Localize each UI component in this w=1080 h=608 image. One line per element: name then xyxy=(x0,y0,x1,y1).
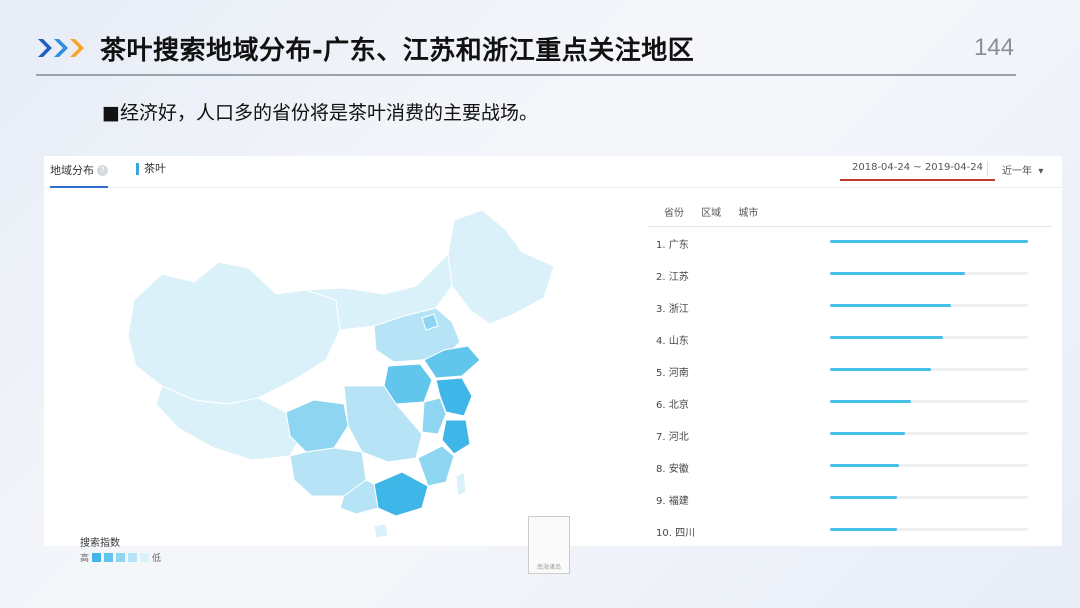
ranking-bar xyxy=(830,368,931,371)
legend-low-label: 低 xyxy=(152,554,162,564)
inset-label: 南海诸岛 xyxy=(536,564,561,571)
ranking-label: 10. 四川 xyxy=(656,528,696,539)
ranking-bar-track xyxy=(830,432,1028,435)
ranking-bar-track xyxy=(830,464,1028,467)
ranking-bar xyxy=(830,400,912,403)
map-region-fujian[interactable] xyxy=(417,445,455,487)
ranking-label: 9. 福建 xyxy=(656,496,689,507)
divider xyxy=(648,226,1052,227)
ranking-label: 1. 广东 xyxy=(656,240,689,251)
legend-swatch xyxy=(140,553,150,562)
ranking-bar-track xyxy=(830,496,1028,499)
ranking-bar-track xyxy=(830,304,1028,307)
map-region-northeast[interactable] xyxy=(447,209,555,325)
ranking-label: 6. 北京 xyxy=(656,400,689,411)
date-range-picker[interactable]: 2018-04-24 ~ 2019-04-24 xyxy=(840,162,995,181)
panel-tab-row: 地域分布? 茶叶 2018-04-24 ~ 2019-04-24 近一年 ▾ xyxy=(44,156,1062,188)
ranking-bar xyxy=(830,496,898,499)
divider xyxy=(987,162,988,176)
ranking-label: 5. 河南 xyxy=(656,368,689,379)
ranking-bar xyxy=(830,464,900,467)
map-region-hainan[interactable] xyxy=(373,523,389,539)
ranking-row[interactable]: 4. 山东 xyxy=(656,328,1056,360)
map-region-guangdong[interactable] xyxy=(373,471,429,517)
ranking-label: 3. 浙江 xyxy=(656,304,689,315)
range-select-label: 近一年 xyxy=(1002,166,1032,177)
map-region-northwest[interactable] xyxy=(127,261,341,405)
tab-area[interactable]: 区域 xyxy=(701,208,721,219)
page-number: 144 xyxy=(973,34,1014,61)
ranking-bar-track xyxy=(830,368,1028,371)
ranking-bar-track xyxy=(830,400,1028,403)
ranking-bar-track xyxy=(830,272,1028,275)
map-region-taiwan[interactable] xyxy=(455,471,467,497)
region-distribution-panel: 地域分布? 茶叶 2018-04-24 ~ 2019-04-24 近一年 ▾ 搜… xyxy=(44,156,1062,574)
slide-title: 茶叶搜索地域分布-广东、江苏和浙江重点关注地区 xyxy=(100,36,695,66)
ranking-bar xyxy=(830,528,898,531)
china-map: 搜索指数 高 低 南海诸岛 xyxy=(44,190,644,574)
ranking-bar xyxy=(830,432,906,435)
ranking-row[interactable]: 1. 广东 xyxy=(656,232,1056,264)
legend-title: 搜索指数 xyxy=(80,538,120,549)
map-region-anhui[interactable] xyxy=(421,397,447,435)
ranking-row[interactable]: 2. 江苏 xyxy=(656,264,1056,296)
ranking-label: 8. 安徽 xyxy=(656,464,689,475)
legend-swatch xyxy=(128,553,138,562)
ranking-row[interactable]: 3. 浙江 xyxy=(656,296,1056,328)
slide-header: 茶叶搜索地域分布-广东、江苏和浙江重点关注地区 144 xyxy=(36,28,1016,76)
tab-city[interactable]: 城市 xyxy=(738,208,758,219)
legend-high-label: 高 xyxy=(80,554,90,564)
rank-tabs: 省份 区域 城市 xyxy=(664,204,772,219)
ranking-row[interactable]: 7. 河北 xyxy=(656,424,1056,456)
ranking-row[interactable]: 5. 河南 xyxy=(656,360,1056,392)
legend-swatch xyxy=(92,553,102,562)
ranking-bar-track xyxy=(830,336,1028,339)
south-china-sea-inset: 南海诸岛 xyxy=(528,516,570,574)
ranking-list: 1. 广东 2. 江苏 3. 浙江 4. 山东 5. 河南 6. 北京 7. 河北 8. 安徽… xyxy=(656,232,1056,552)
tab-region-distribution[interactable]: 地域分布? xyxy=(50,162,108,188)
ranking-label: 7. 河北 xyxy=(656,432,689,443)
ranking-bar xyxy=(830,272,965,275)
ranking-row[interactable]: 8. 安徽 xyxy=(656,456,1056,488)
bullet-text: ■经济好，人口多的省份将是茶叶消费的主要战场。 xyxy=(102,102,538,124)
legend-swatch xyxy=(104,553,114,562)
map-legend: 搜索指数 高 低 xyxy=(80,534,161,564)
china-map-svg xyxy=(127,209,555,539)
tab-label: 地域分布 xyxy=(50,164,94,177)
ranking-bar xyxy=(830,304,951,307)
chevron-down-icon: ▾ xyxy=(1038,166,1044,177)
ranking-row[interactable]: 6. 北京 xyxy=(656,392,1056,424)
chevron-arrows-icon xyxy=(38,39,84,57)
ranking-bar-track xyxy=(830,528,1028,531)
ranking-label: 2. 江苏 xyxy=(656,272,689,283)
ranking-row[interactable]: 10. 四川 xyxy=(656,520,1056,552)
range-select[interactable]: 近一年 ▾ xyxy=(1002,162,1043,177)
ranking-row[interactable]: 9. 福建 xyxy=(656,488,1056,520)
keyword-tag: 茶叶 xyxy=(136,163,166,175)
info-icon[interactable]: ? xyxy=(97,165,108,176)
legend-swatch xyxy=(116,553,126,562)
ranking-label: 4. 山东 xyxy=(656,336,689,347)
ranking-bar-track xyxy=(830,240,1028,243)
ranking-bar xyxy=(830,336,943,339)
tab-province[interactable]: 省份 xyxy=(664,208,684,219)
legend-scale: 高 低 xyxy=(80,551,161,564)
ranking-bar xyxy=(830,240,1028,243)
